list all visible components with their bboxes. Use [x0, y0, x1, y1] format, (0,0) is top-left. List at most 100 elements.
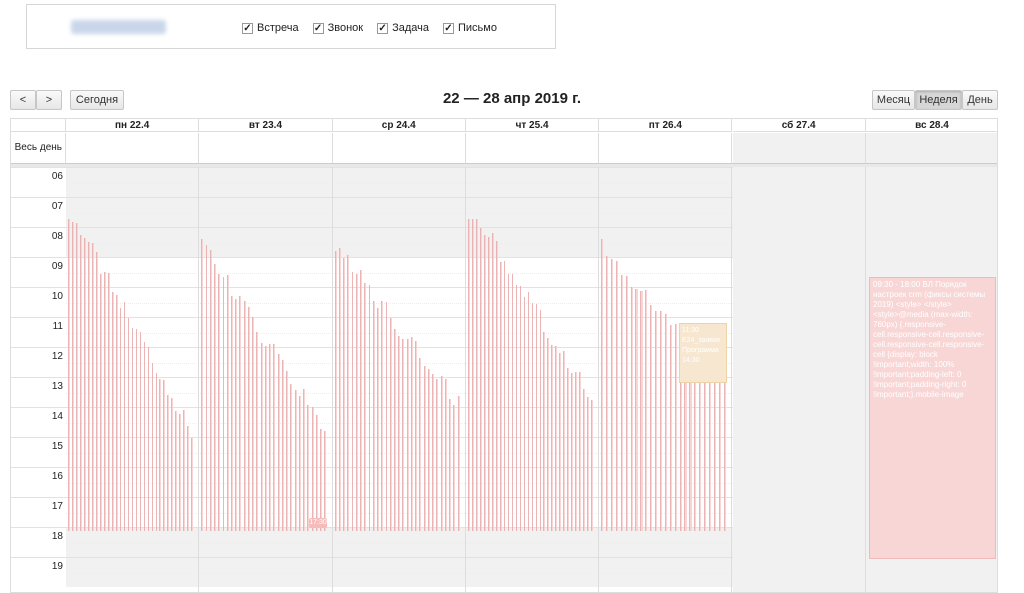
allday-cell-0[interactable]	[66, 133, 200, 163]
calendar-event[interactable]	[519, 285, 522, 531]
checkbox-email[interactable]: ✓	[443, 22, 454, 34]
allday-cell-1[interactable]	[199, 133, 333, 163]
calendar-event[interactable]	[674, 324, 677, 531]
calendar-event[interactable]	[377, 308, 379, 531]
calendar-event[interactable]	[311, 407, 314, 531]
calendar-event[interactable]	[273, 344, 276, 531]
calendar-event[interactable]	[298, 395, 301, 531]
calendar-event[interactable]	[718, 382, 721, 531]
calendar-event[interactable]	[664, 313, 668, 531]
calendar-event[interactable]	[511, 273, 514, 531]
calendar-event[interactable]	[147, 346, 150, 531]
calendar-event[interactable]	[440, 375, 443, 531]
calendar-event[interactable]	[209, 250, 212, 531]
calendar-event[interactable]	[143, 341, 146, 531]
calendar-event[interactable]	[601, 239, 604, 531]
calendar-event[interactable]	[179, 414, 182, 531]
calendar-event[interactable]	[183, 410, 186, 531]
calendar-event[interactable]	[226, 275, 229, 531]
calendar-event[interactable]	[115, 294, 118, 531]
next-week-button[interactable]: >	[36, 90, 62, 110]
calendar-event[interactable]	[123, 301, 126, 531]
calendar-event[interactable]	[355, 273, 358, 531]
calendar-event[interactable]	[260, 343, 263, 531]
calendar-event[interactable]	[205, 245, 208, 531]
calendar-event[interactable]	[239, 296, 242, 531]
calendar-event[interactable]	[645, 289, 648, 531]
calendar-event[interactable]	[579, 372, 582, 531]
calendar-event[interactable]	[610, 258, 614, 531]
calendar-event[interactable]	[539, 310, 542, 531]
filter-task[interactable]: ✓ Задача	[377, 22, 429, 34]
calendar-event[interactable]	[214, 264, 216, 531]
calendar-event[interactable]	[155, 373, 158, 531]
calendar-event[interactable]	[360, 269, 362, 531]
calendar-event[interactable]	[127, 318, 130, 531]
sunday-event[interactable]: 09:30 - 18:00 ВЛ Порядок настроек crm (ф…	[869, 277, 996, 559]
calendar-event[interactable]	[290, 383, 293, 531]
filter-email[interactable]: ✓ Письмо	[443, 22, 497, 34]
day-header-4[interactable]: пт 26.4	[599, 119, 733, 132]
calendar-event[interactable]	[503, 261, 506, 531]
calendar-event[interactable]	[507, 273, 510, 531]
calendar-event[interactable]	[307, 404, 310, 531]
calendar-event[interactable]	[320, 428, 323, 531]
calendar-event[interactable]	[235, 298, 238, 531]
calendar-event[interactable]	[491, 232, 494, 531]
calendar-event[interactable]	[167, 395, 170, 531]
calendar-event[interactable]	[343, 258, 345, 531]
calendar-event[interactable]	[471, 219, 474, 531]
allday-cell-4[interactable]	[599, 133, 733, 163]
calendar-event[interactable]	[163, 380, 166, 531]
calendar-event[interactable]	[351, 271, 354, 531]
calendar-event[interactable]	[625, 276, 628, 531]
calendar-event[interactable]	[364, 283, 367, 531]
calendar-event[interactable]	[535, 304, 538, 531]
calendar-event[interactable]	[531, 302, 534, 531]
calendar-event[interactable]	[415, 341, 418, 531]
calendar-event[interactable]	[347, 255, 350, 531]
calendar-event[interactable]	[551, 345, 554, 531]
day-header-0[interactable]: пн 22.4	[66, 119, 200, 132]
today-button[interactable]: Сегодня	[70, 90, 124, 110]
filter-meeting[interactable]: ✓ Встреча	[242, 22, 299, 34]
calendar-event[interactable]	[499, 262, 502, 531]
calendar-event[interactable]	[95, 252, 98, 531]
allday-cell-5[interactable]	[732, 133, 866, 163]
calendar-event[interactable]	[583, 388, 586, 531]
calendar-event[interactable]	[444, 378, 447, 531]
calendar-event[interactable]	[453, 405, 456, 531]
calendar-event[interactable]	[119, 307, 122, 531]
calendar-event[interactable]	[247, 306, 250, 531]
allday-cell-3[interactable]	[466, 133, 600, 163]
day-header-5[interactable]: сб 27.4	[732, 119, 866, 132]
calendar-event[interactable]	[286, 371, 289, 531]
day-column-5[interactable]	[733, 167, 866, 592]
calendar-event[interactable]	[427, 369, 430, 531]
calendar-event[interactable]	[591, 400, 593, 531]
calendar-event[interactable]	[256, 332, 259, 531]
calendar-event[interactable]	[243, 300, 246, 531]
calendar-event[interactable]	[620, 274, 623, 531]
calendar-event[interactable]	[527, 292, 530, 531]
calendar-event[interactable]	[402, 338, 405, 531]
calendar-event[interactable]	[71, 222, 74, 531]
calendar-event[interactable]	[406, 338, 409, 531]
calendar-event[interactable]	[107, 273, 110, 531]
calendar-event[interactable]	[713, 373, 716, 531]
checkbox-task[interactable]: ✓	[377, 22, 389, 34]
calendar-event[interactable]	[475, 219, 478, 531]
calendar-event[interactable]	[655, 310, 658, 531]
calendar-event[interactable]	[338, 247, 341, 531]
calendar-event[interactable]	[559, 352, 562, 531]
calendar-event[interactable]	[324, 431, 327, 531]
calendar-event[interactable]	[372, 300, 375, 531]
allday-cell-6[interactable]	[865, 133, 997, 163]
checkbox-meeting[interactable]: ✓	[242, 22, 253, 34]
calendar-event[interactable]	[723, 381, 726, 531]
calendar-event[interactable]	[68, 219, 70, 531]
day-header-2[interactable]: ср 24.4	[332, 119, 466, 132]
calendar-event[interactable]	[630, 287, 633, 531]
calendar-event[interactable]	[222, 276, 225, 531]
calendar-event[interactable]	[669, 324, 672, 531]
